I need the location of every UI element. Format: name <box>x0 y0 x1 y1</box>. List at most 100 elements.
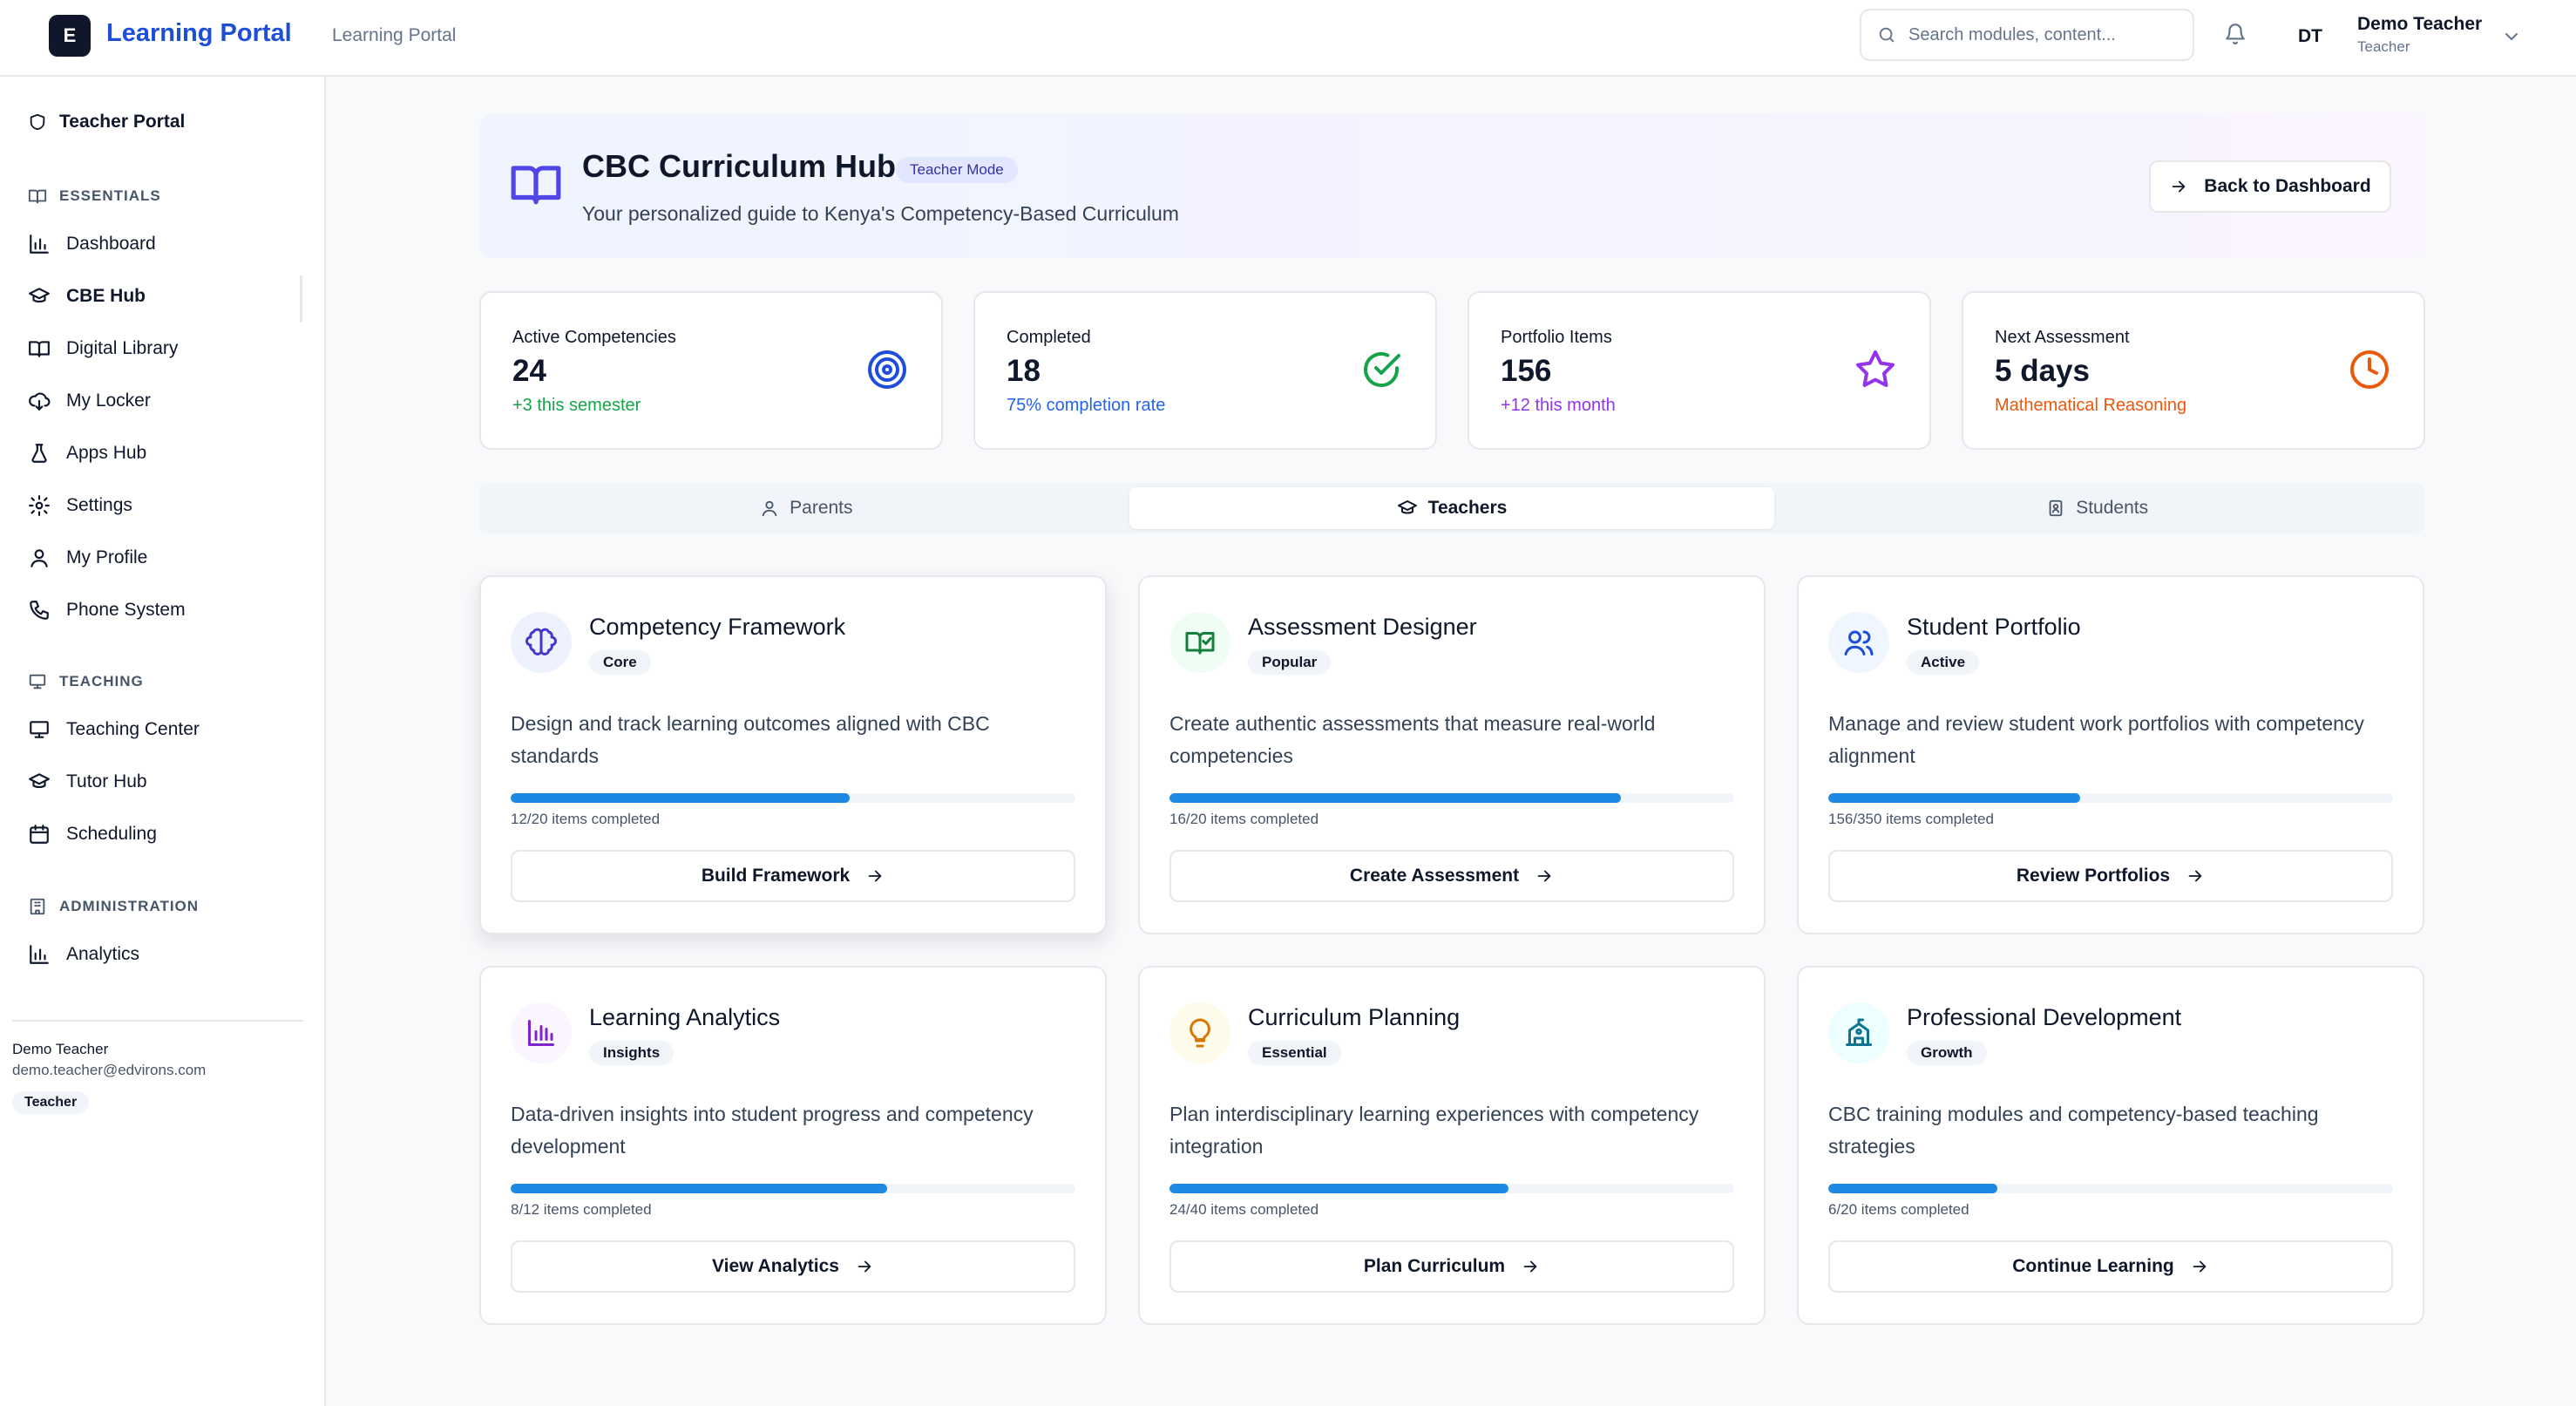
avatar[interactable]: DT <box>2287 21 2334 52</box>
stat-card-portfolio-items: Portfolio Items 156 +12 this month <box>1468 291 1931 450</box>
audience-tabs: Parents Teachers Students <box>479 483 2424 533</box>
book-open-icon <box>29 341 50 357</box>
card-badge: Core <box>589 650 651 675</box>
logo[interactable]: E <box>49 15 91 57</box>
brand-title[interactable]: Learning Portal <box>106 19 292 48</box>
arrow-right-icon <box>1523 1260 1537 1273</box>
arrow-right-icon <box>1537 870 1551 882</box>
tab-parents[interactable]: Parents <box>484 487 1129 529</box>
bell-icon[interactable] <box>2224 23 2247 45</box>
progress-fill <box>1828 793 2080 803</box>
user-icon <box>762 500 777 517</box>
search-input[interactable] <box>1908 24 2170 45</box>
stat-value: 18 <box>1007 354 1041 388</box>
sidebar-item-scheduling[interactable]: Scheduling <box>28 812 303 856</box>
stat-note: Mathematical Reasoning <box>1995 396 2187 415</box>
phone-icon <box>30 601 49 620</box>
users-icon <box>1844 630 1874 655</box>
progress-bar <box>1169 1184 1734 1193</box>
progress-bar <box>1828 793 2393 803</box>
sidebar-divider <box>12 1020 303 1022</box>
clock-icon <box>2350 350 2389 389</box>
sidebar-item-phone-system[interactable]: Phone System <box>28 588 303 632</box>
stat-label: Next Assessment <box>1995 328 2130 347</box>
brain-icon <box>525 628 557 655</box>
sidebar-item-settings[interactable]: Settings <box>28 484 303 527</box>
progress-fill <box>511 793 850 803</box>
module-card-professional-development: Professional Development Growth CBC trai… <box>1797 966 2424 1325</box>
module-card-assessment-designer: Assessment Designer Popular Create authe… <box>1138 575 1766 934</box>
user-name[interactable]: Demo Teacher <box>2357 14 2482 35</box>
back-to-dashboard-button[interactable]: Back to Dashboard <box>2149 160 2391 213</box>
card-description: Design and track learning outcomes align… <box>511 712 990 767</box>
sidebar-item-apps-hub[interactable]: Apps Hub <box>28 431 303 475</box>
user-role: Teacher <box>2357 38 2410 55</box>
graduation-cap-icon <box>1397 500 1417 514</box>
progress-text: 8/12 items completed <box>511 1201 652 1218</box>
flask-icon <box>31 444 47 463</box>
sidebar-portal-title[interactable]: Teacher Portal <box>28 112 185 132</box>
presentation-icon <box>30 721 49 738</box>
id-badge-icon <box>2049 499 2063 517</box>
card-badge: Insights <box>589 1041 675 1065</box>
card-title: Competency Framework <box>589 614 846 640</box>
card-badge: Popular <box>1248 650 1332 675</box>
bar-chart-icon <box>30 234 49 254</box>
mode-badge: Teacher Mode <box>896 157 1018 183</box>
lightbulb-icon <box>1190 1018 1210 1048</box>
star-icon <box>1856 350 1895 387</box>
sidebar-item-teaching-center[interactable]: Teaching Center <box>28 708 303 751</box>
sidebar-item-my-profile[interactable]: My Profile <box>28 536 303 580</box>
continue-learning-button[interactable]: Continue Learning <box>1828 1240 2393 1293</box>
progress-fill <box>511 1184 887 1193</box>
progress-text: 156/350 items completed <box>1828 811 1994 827</box>
bar-chart-icon <box>528 1020 554 1046</box>
progress-text: 16/20 items completed <box>1169 811 1319 827</box>
stat-label: Completed <box>1007 328 1091 347</box>
stat-card-active-competencies: Active Competencies 24 +3 this semester <box>479 291 943 450</box>
create-assessment-button[interactable]: Create Assessment <box>1169 850 1734 902</box>
page-title: CBC Curriculum Hub <box>582 148 896 184</box>
sidebar-item-my-locker[interactable]: My Locker <box>28 379 303 423</box>
plan-curriculum-button[interactable]: Plan Curriculum <box>1169 1240 1734 1293</box>
card-description: Manage and review student work portfolio… <box>1828 712 2364 767</box>
progress-fill <box>1828 1184 1998 1193</box>
sidebar-portal-label: Teacher Portal <box>59 112 186 132</box>
module-card-student-portfolio: Student Portfolio Active Manage and revi… <box>1797 575 2424 934</box>
card-title: Assessment Designer <box>1248 614 1477 640</box>
card-icon-wrap <box>511 1002 572 1063</box>
sidebar-footer-name: Demo Teacher <box>12 1041 109 1057</box>
sidebar-item-dashboard[interactable]: Dashboard <box>28 222 303 266</box>
user-icon <box>31 549 48 567</box>
sidebar-item-tutor-hub[interactable]: Tutor Hub <box>28 760 303 804</box>
graduation-cap-icon <box>29 773 50 789</box>
card-badge: Essential <box>1248 1041 1341 1065</box>
shield-icon <box>30 113 45 131</box>
sidebar-section-teaching: TEACHING <box>28 672 144 691</box>
review-portfolios-button[interactable]: Review Portfolios <box>1828 850 2393 902</box>
stat-card-next-assessment: Next Assessment 5 days Mathematical Reas… <box>1962 291 2425 450</box>
card-icon-wrap <box>1169 1002 1230 1063</box>
calendar-icon <box>30 825 49 844</box>
card-title: Student Portfolio <box>1907 614 2081 640</box>
build-framework-button[interactable]: Build Framework <box>511 850 1075 902</box>
tab-students[interactable]: Students <box>1774 487 2420 529</box>
stat-card-completed: Completed 18 75% completion rate <box>973 291 1437 450</box>
search-box[interactable] <box>1860 9 2194 61</box>
sidebar-item-analytics[interactable]: Analytics <box>28 933 303 976</box>
arrow-right-icon <box>2193 1260 2207 1273</box>
chevron-down-icon[interactable] <box>2501 26 2522 47</box>
arrow-right-icon <box>868 870 882 882</box>
tab-teachers[interactable]: Teachers <box>1129 487 1775 529</box>
target-icon <box>868 350 906 389</box>
card-icon-wrap <box>1828 1002 1889 1063</box>
view-analytics-button[interactable]: View Analytics <box>511 1240 1075 1293</box>
sidebar-item-digital-library[interactable]: Digital Library <box>28 327 303 370</box>
progress-text: 12/20 items completed <box>511 811 661 827</box>
hero-banner: CBC Curriculum Hub Teacher Mode Your per… <box>479 113 2424 258</box>
progress-text: 6/20 items completed <box>1828 1201 1969 1218</box>
presentation-icon <box>29 674 46 689</box>
stat-note: 75% completion rate <box>1007 396 1166 415</box>
card-title: Professional Development <box>1907 1004 2182 1030</box>
sidebar-item-cbe-hub[interactable]: CBE Hub <box>28 275 303 318</box>
